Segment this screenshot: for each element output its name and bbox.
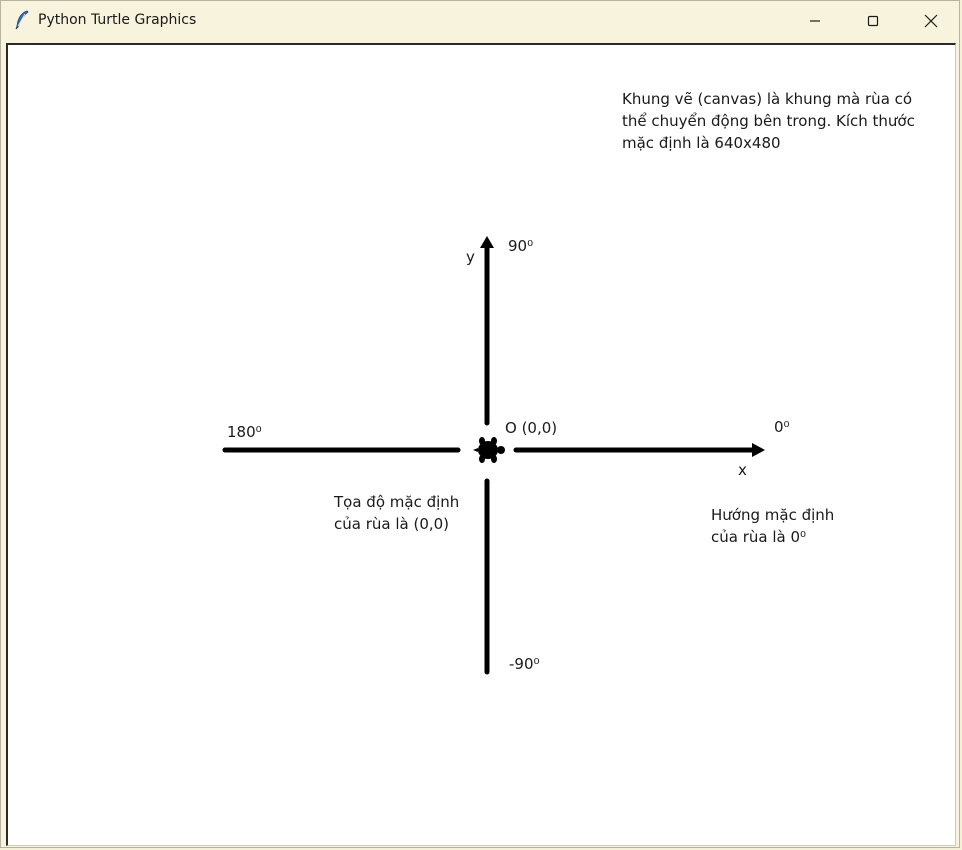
title-bar[interactable]: Python Turtle Graphics — [1, 1, 959, 40]
label-minus-90-degrees: -90⁰ — [509, 655, 540, 673]
close-button[interactable] — [902, 1, 960, 40]
minimize-button[interactable] — [786, 1, 844, 40]
default-position-note: Tọa độ mặc định của rùa là (0,0) — [334, 491, 459, 535]
default-position-line2: của rùa là (0,0) — [334, 515, 450, 533]
canvas-info-note: Khung vẽ (canvas) là khung mà rùa có thể… — [622, 88, 915, 154]
maximize-icon — [867, 15, 879, 26]
canvas-info-line1: Khung vẽ (canvas) là khung mà rùa có — [622, 90, 913, 108]
label-y-axis: y — [466, 248, 475, 266]
canvas-info-line3: mặc định là 640x480 — [622, 134, 781, 152]
minimize-icon — [810, 19, 820, 22]
close-icon — [924, 14, 938, 27]
label-0-degrees: 0⁰ — [774, 418, 790, 436]
feather-app-icon — [15, 10, 29, 30]
y-axis-arrowhead — [480, 236, 494, 248]
label-90-degrees: 90⁰ — [508, 237, 534, 255]
default-heading-note: Hướng mặc định của rùa là 0⁰ — [711, 504, 834, 548]
maximize-button[interactable] — [844, 1, 902, 40]
window-title: Python Turtle Graphics — [38, 12, 197, 28]
default-position-line1: Tọa độ mặc định — [334, 493, 460, 511]
label-origin: O (0,0) — [505, 419, 558, 437]
turtle-icon — [473, 437, 505, 463]
default-heading-line2: của rùa là 0⁰ — [711, 528, 807, 546]
turtle-canvas[interactable]: Khung vẽ (canvas) là khung mà rùa có thể… — [6, 43, 956, 846]
label-180-degrees: 180⁰ — [227, 423, 262, 441]
x-axis-arrowhead — [752, 443, 765, 457]
default-heading-line1: Hướng mặc định — [711, 506, 835, 524]
label-x-axis: x — [738, 461, 747, 479]
axes-drawing — [222, 236, 765, 675]
drawing-area[interactable]: Khung vẽ (canvas) là khung mà rùa có thể… — [8, 45, 956, 846]
canvas-info-line2: thể chuyển động bên trong. Kích thước — [622, 112, 915, 130]
turtle-window: Python Turtle Graphics Khung vẽ (canvas)… — [0, 0, 960, 848]
